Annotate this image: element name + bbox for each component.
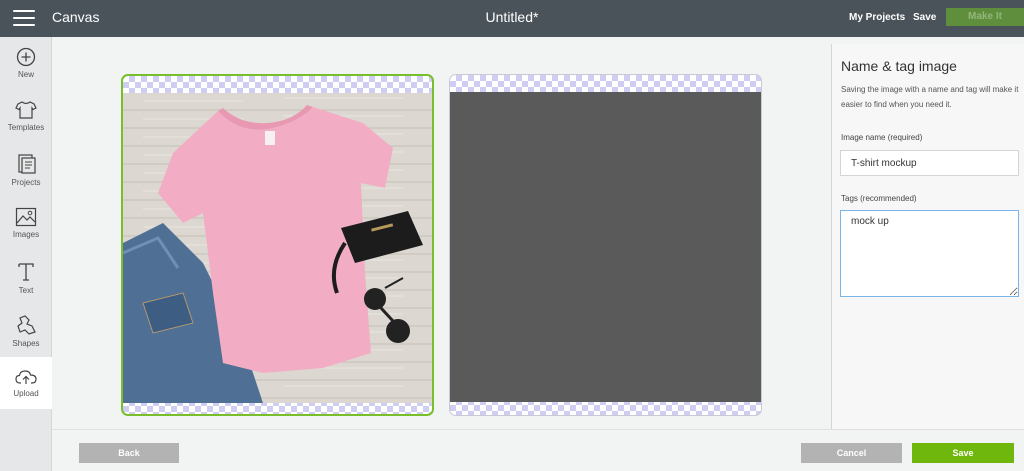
tags-textarea[interactable]: mock up: [840, 210, 1019, 297]
make-it-button[interactable]: Make It: [946, 8, 1024, 26]
text-icon: [18, 263, 34, 281]
left-sidebar: New Templates Projects Images Text Shape…: [0, 37, 52, 471]
original-image-panel[interactable]: [121, 74, 434, 416]
back-button[interactable]: Back: [79, 443, 179, 463]
panel-description: Saving the image with a name and tag wil…: [841, 85, 1019, 109]
image-name-label: Image name (required): [841, 133, 923, 142]
panel-title: Name & tag image: [841, 58, 957, 74]
app-title: Canvas: [52, 9, 100, 25]
sidebar-item-templates[interactable]: Templates: [0, 100, 52, 144]
preview-placeholder: [450, 92, 761, 402]
menu-icon[interactable]: [13, 10, 35, 27]
sidebar-item-upload[interactable]: Upload: [0, 357, 52, 409]
top-save-link[interactable]: Save: [913, 12, 936, 23]
name-and-tag-panel: Name & tag image Saving the image with a…: [831, 44, 1024, 429]
shapes-icon: [17, 315, 36, 335]
cloud-upload-icon: [15, 370, 37, 384]
sidebar-label: Templates: [7, 123, 45, 132]
sidebar-label: Upload: [13, 389, 39, 398]
save-button[interactable]: Save: [912, 443, 1014, 463]
tags-label: Tags (recommended): [841, 194, 917, 203]
sidebar-label: Projects: [11, 178, 41, 187]
sidebar-item-text[interactable]: Text: [0, 261, 52, 305]
sidebar-item-projects[interactable]: Projects: [0, 153, 52, 197]
image-name-input[interactable]: [840, 150, 1019, 176]
projects-icon: [18, 154, 36, 174]
sidebar-item-images[interactable]: Images: [0, 207, 52, 251]
preview-image-panel: [449, 74, 762, 416]
sidebar-item-new[interactable]: New: [0, 47, 52, 91]
tshirt-icon: [15, 101, 37, 119]
tshirt-photo: [123, 93, 432, 403]
sidebar-label: Shapes: [12, 339, 40, 348]
image-icon: [15, 207, 37, 227]
plus-circle-icon: [16, 47, 36, 67]
my-projects-link[interactable]: My Projects: [849, 12, 905, 23]
sidebar-item-shapes[interactable]: Shapes: [0, 314, 52, 358]
top-bar: Canvas Untitled* My Projects Save Make I…: [0, 0, 1024, 37]
sidebar-label: New: [17, 70, 34, 79]
bottom-bar: Back Cancel Save: [52, 429, 1024, 471]
sidebar-label: Text: [18, 286, 34, 295]
cancel-button[interactable]: Cancel: [801, 443, 902, 463]
sidebar-label: Images: [12, 230, 40, 239]
